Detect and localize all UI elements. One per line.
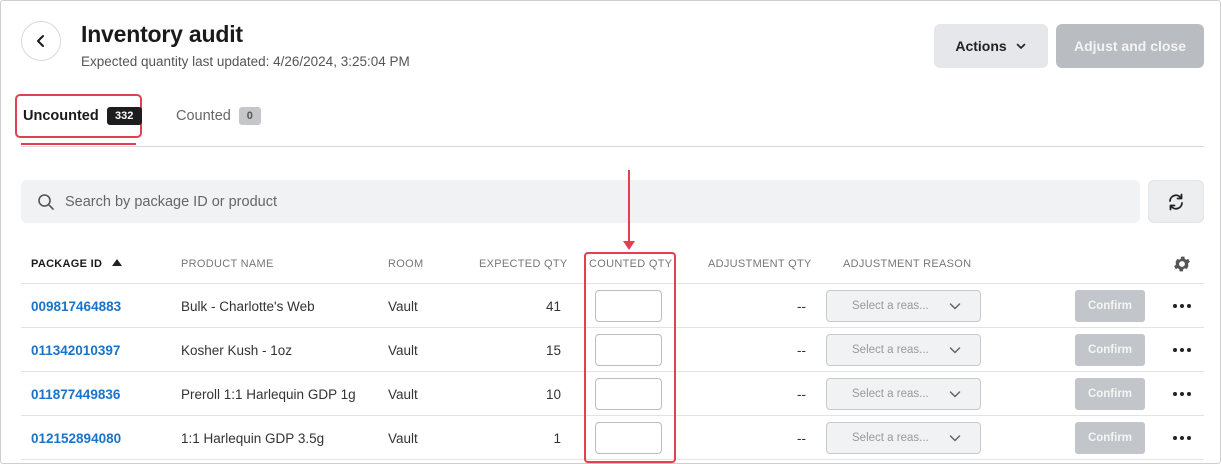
- column-header-counted-qty[interactable]: COUNTED QTY: [589, 258, 672, 270]
- tab-counted-label: Counted: [176, 108, 231, 124]
- confirm-button[interactable]: Confirm: [1075, 378, 1145, 410]
- product-name: Bulk - Charlotte's Web: [181, 299, 315, 314]
- row-divider: [21, 459, 1204, 460]
- actions-button-label: Actions: [955, 38, 1007, 54]
- expected-qty: 1: [553, 431, 561, 446]
- package-id-link[interactable]: 012152894080: [31, 431, 121, 446]
- expected-qty: 15: [545, 343, 561, 358]
- tab-divider: [21, 146, 1204, 147]
- row-divider: [21, 371, 1204, 372]
- adjustment-qty: --: [797, 387, 806, 402]
- expected-qty: 41: [545, 299, 561, 314]
- row-more-button[interactable]: [1170, 340, 1194, 360]
- product-name: Kosher Kush - 1oz: [181, 343, 293, 358]
- confirm-button[interactable]: Confirm: [1075, 290, 1145, 322]
- package-id-link[interactable]: 011877449836: [31, 387, 120, 402]
- counted-qty-input[interactable]: [595, 378, 662, 410]
- expected-qty: 10: [545, 387, 561, 402]
- confirm-button[interactable]: Confirm: [1075, 422, 1145, 454]
- tab-uncounted[interactable]: Uncounted 332: [15, 94, 142, 138]
- refresh-button[interactable]: [1148, 180, 1204, 223]
- adjustment-reason-select[interactable]: Select a reas...: [826, 334, 981, 366]
- room-name: Vault: [388, 299, 418, 314]
- annotation-arrow: [628, 170, 630, 243]
- adjustment-reason-select[interactable]: Select a reas...: [826, 290, 981, 322]
- counted-qty-input[interactable]: [595, 422, 662, 454]
- row-more-button[interactable]: [1170, 428, 1194, 448]
- row-more-button[interactable]: [1170, 296, 1194, 316]
- tab-uncounted-label: Uncounted: [23, 108, 99, 124]
- tab-counted[interactable]: Counted 0: [176, 94, 261, 138]
- room-name: Vault: [388, 343, 418, 358]
- more-horizontal-icon: [1173, 304, 1191, 308]
- annotation-arrow-head: [623, 241, 635, 250]
- counted-qty-input[interactable]: [595, 290, 662, 322]
- product-name: Preroll 1:1 Harlequin GDP 1g: [181, 387, 356, 402]
- gear-icon[interactable]: [1172, 254, 1192, 274]
- chevron-left-icon: [37, 35, 44, 47]
- adjustment-qty: --: [797, 299, 806, 314]
- row-divider: [21, 415, 1204, 416]
- adjustment-reason-placeholder: Select a reas...: [852, 432, 929, 444]
- package-id-link[interactable]: 011342010397: [31, 343, 120, 358]
- back-button[interactable]: [21, 21, 61, 61]
- sort-ascending-icon: [112, 259, 123, 266]
- column-header-product-name[interactable]: PRODUCT NAME: [181, 258, 274, 270]
- search-icon: [38, 193, 54, 210]
- chevron-down-icon: [949, 347, 961, 354]
- adjustment-qty: --: [797, 343, 806, 358]
- product-name: 1:1 Harlequin GDP 3.5g: [181, 431, 325, 446]
- active-tab-underline: [21, 143, 136, 145]
- chevron-down-icon: [949, 435, 961, 442]
- row-divider: [21, 283, 1204, 284]
- counted-qty-input[interactable]: [595, 334, 662, 366]
- uncounted-count-badge: 332: [106, 107, 142, 125]
- counted-count-badge: 0: [238, 107, 261, 125]
- column-header-adjustment-qty[interactable]: ADJUSTMENT QTY: [708, 258, 812, 270]
- search-input[interactable]: [65, 193, 965, 210]
- more-horizontal-icon: [1173, 392, 1191, 396]
- refresh-icon: [1169, 193, 1183, 210]
- chevron-down-icon: [1016, 43, 1025, 49]
- row-divider: [21, 327, 1204, 328]
- adjustment-reason-select[interactable]: Select a reas...: [826, 422, 981, 454]
- search-bar: [21, 180, 1140, 223]
- column-header-adjustment-reason[interactable]: ADJUSTMENT REASON: [843, 258, 971, 270]
- more-horizontal-icon: [1173, 436, 1191, 440]
- column-header-expected-qty[interactable]: EXPECTED QTY: [479, 258, 568, 270]
- column-header-package-id-label: PACKAGE ID: [31, 258, 103, 270]
- confirm-button[interactable]: Confirm: [1075, 334, 1145, 366]
- page-frame: Inventory audit Expected quantity last u…: [0, 0, 1221, 464]
- page-title: Inventory audit: [81, 21, 243, 47]
- adjustment-reason-select[interactable]: Select a reas...: [826, 378, 981, 410]
- adjustment-qty: --: [797, 431, 806, 446]
- row-more-button[interactable]: [1170, 384, 1194, 404]
- adjust-and-close-button[interactable]: Adjust and close: [1056, 24, 1204, 68]
- actions-button[interactable]: Actions: [934, 24, 1048, 68]
- package-id-link[interactable]: 009817464883: [31, 299, 121, 314]
- adjustment-reason-placeholder: Select a reas...: [852, 344, 929, 356]
- chevron-down-icon: [949, 303, 961, 310]
- room-name: Vault: [388, 431, 418, 446]
- room-name: Vault: [388, 387, 418, 402]
- column-header-package-id[interactable]: PACKAGE ID: [31, 258, 123, 270]
- adjustment-reason-placeholder: Select a reas...: [852, 388, 929, 400]
- adjustment-reason-placeholder: Select a reas...: [852, 300, 929, 312]
- last-updated-text: Expected quantity last updated: 4/26/202…: [81, 54, 410, 69]
- column-header-room[interactable]: ROOM: [388, 258, 423, 270]
- chevron-down-icon: [949, 391, 961, 398]
- more-horizontal-icon: [1173, 348, 1191, 352]
